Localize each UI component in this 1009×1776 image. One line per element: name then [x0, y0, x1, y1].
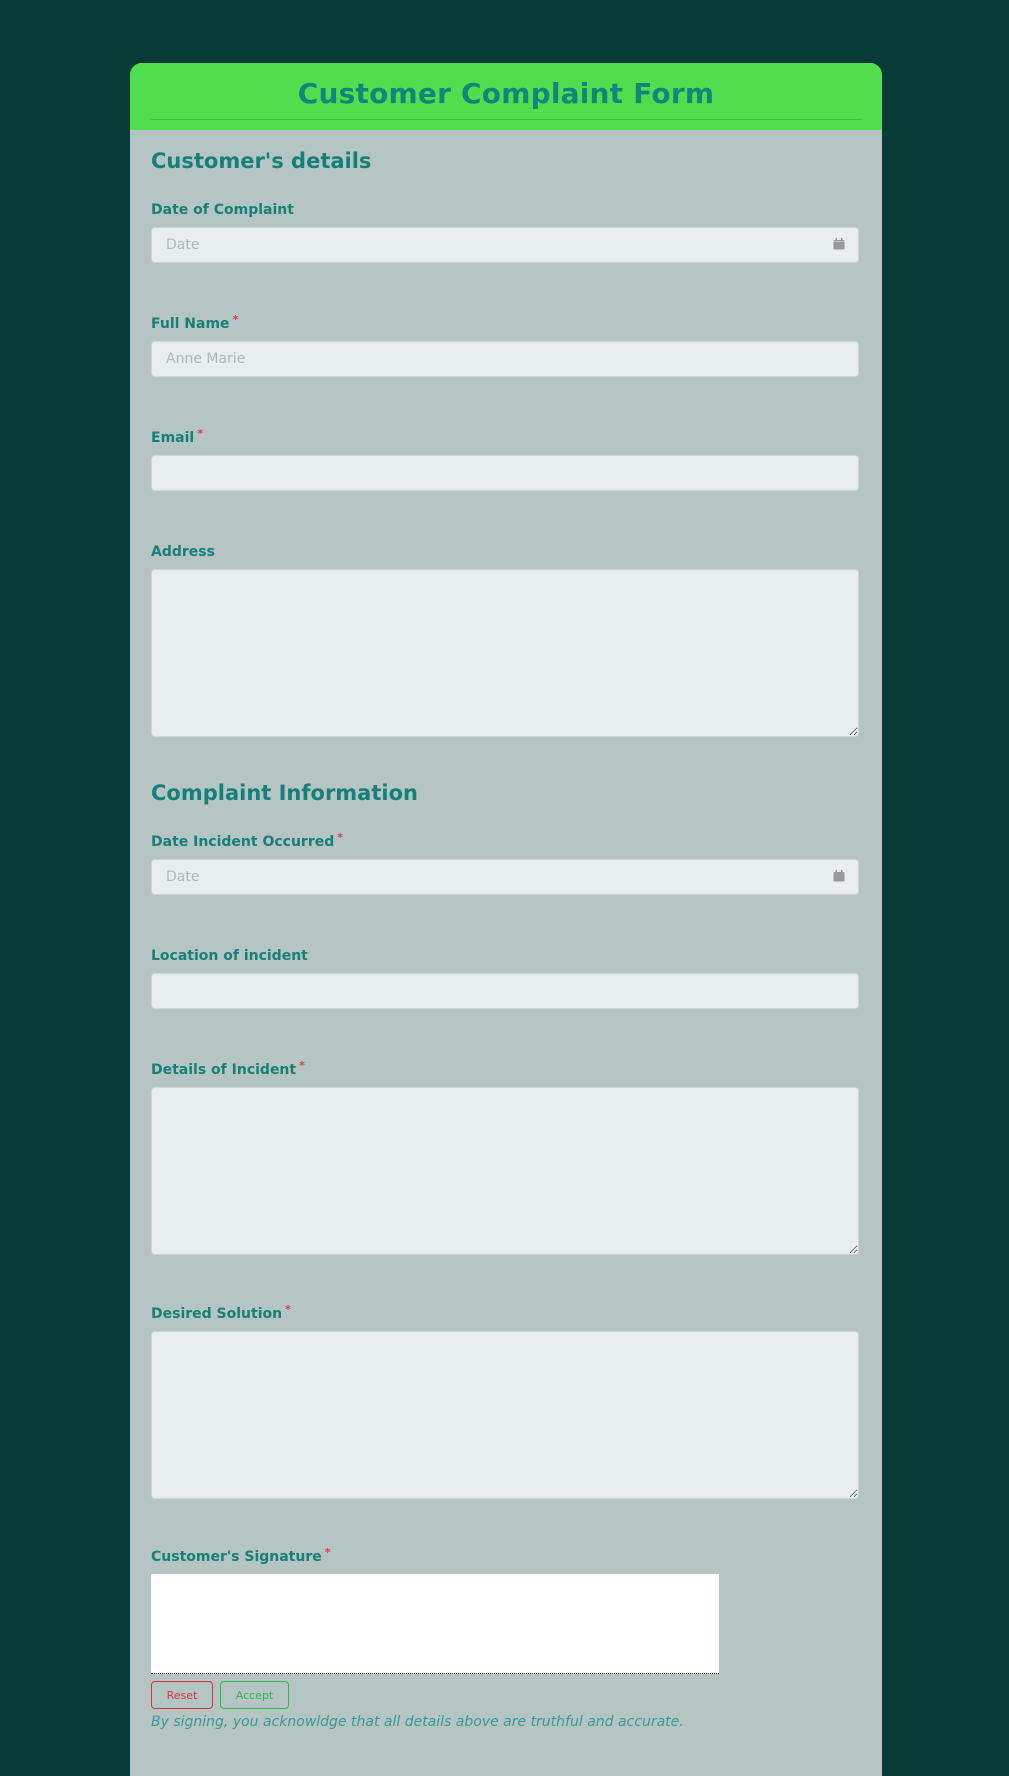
required-marker: * [324, 1546, 331, 1559]
signature-note: By signing, you acknowldge that all deta… [151, 1714, 684, 1730]
label-signature: Customer's Signature * [151, 1546, 331, 1565]
label-text: Address [151, 544, 215, 560]
label-full-name: Full Name * [151, 313, 239, 332]
calendar-icon[interactable] [833, 870, 845, 882]
label-text: Details of Incident [151, 1062, 297, 1078]
section-title-customer: Customer's details [151, 149, 372, 173]
accept-button[interactable]: Accept [220, 1681, 289, 1709]
full-name-input[interactable] [151, 341, 859, 377]
label-text: Customer's Signature [151, 1549, 322, 1565]
required-marker: * [197, 427, 203, 440]
label-text: Date of Complaint [151, 202, 294, 218]
section-title-complaint: Complaint Information [151, 781, 418, 805]
address-textarea[interactable] [151, 569, 859, 737]
date-of-complaint-input[interactable] [151, 227, 859, 263]
date-incident-input[interactable] [151, 859, 859, 895]
label-text: Email [151, 430, 195, 446]
date-incident-field[interactable] [151, 859, 859, 895]
label-solution: Desired Solution * [151, 1303, 291, 1322]
required-marker: * [285, 1303, 291, 1316]
required-marker: * [299, 1059, 305, 1072]
label-details: Details of Incident * [151, 1059, 305, 1078]
label-text: Location of incident [151, 948, 308, 964]
solution-textarea[interactable] [151, 1331, 859, 1499]
signature-pad[interactable] [151, 1574, 719, 1674]
label-location: Location of incident [151, 948, 308, 964]
label-text: Date Incident Occurred [151, 834, 335, 850]
reset-button[interactable]: Reset [151, 1681, 213, 1709]
label-address: Address [151, 544, 215, 560]
label-date-incident: Date Incident Occurred * [151, 831, 344, 850]
label-date-of-complaint: Date of Complaint [151, 202, 294, 218]
form-header: Customer Complaint Form [130, 63, 882, 130]
form-card: Customer Complaint Form Customer's detai… [130, 63, 882, 1776]
location-input[interactable] [151, 973, 859, 1009]
label-text: Desired Solution [151, 1306, 283, 1322]
label-email: Email * [151, 427, 203, 446]
required-marker: * [337, 831, 344, 844]
date-of-complaint-field[interactable] [151, 227, 859, 263]
email-input[interactable] [151, 455, 859, 491]
calendar-icon[interactable] [833, 238, 845, 250]
required-marker: * [232, 313, 239, 326]
form-title: Customer Complaint Form [297, 77, 715, 110]
details-textarea[interactable] [151, 1087, 859, 1255]
header-divider [151, 119, 861, 120]
label-text: Full Name [151, 316, 230, 332]
